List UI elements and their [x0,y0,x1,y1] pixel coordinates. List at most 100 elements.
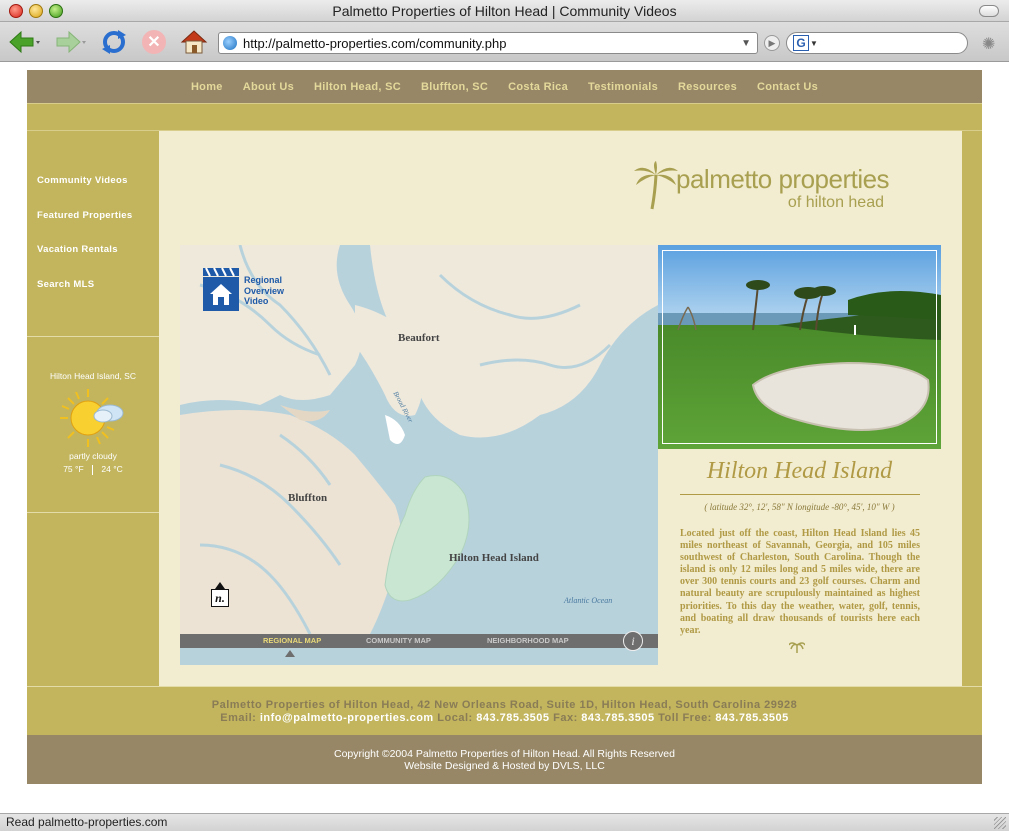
fax-number: 843.785.3505 [581,711,655,724]
palm-ornament-icon [788,641,806,656]
local-phone: 843.785.3505 [476,711,550,724]
toolbar-toggle-button[interactable] [979,5,999,17]
nav-hilton-head[interactable]: Hilton Head, SC [304,81,411,93]
island-coordinates: ( latitude 32°, 12', 58" N longitude -80… [704,502,895,512]
active-tab-indicator-icon [285,650,295,657]
sidebar-item-search-mls[interactable]: Search MLS [27,279,159,314]
weather-widget: Hilton Head Island, SC partly cloudy 75 … [27,371,159,475]
reload-icon [102,30,126,54]
sidebar-menu: Community Videos Featured Properties Vac… [27,131,159,313]
weather-temps: 75 °F 24 °C [27,464,159,475]
video-label-line: Overview [244,285,285,296]
home-icon [180,30,208,54]
forward-arrow-icon [56,30,86,54]
site-globe-icon [223,36,237,50]
loading-spinner-icon: ✺ [982,36,996,53]
nav-home[interactable]: Home [181,81,233,93]
map-label-beaufort: Beaufort [398,332,440,344]
stop-button[interactable]: ✕ [140,27,168,57]
window-titlebar: Palmetto Properties of Hilton Head | Com… [0,0,1009,22]
reload-button[interactable] [98,27,130,57]
logo-sub-text: of hilton head [787,194,884,211]
local-label: Local: [437,711,473,724]
chevron-down-icon[interactable]: ▼ [741,38,751,49]
sidebar-divider [27,512,159,513]
stop-icon: ✕ [142,30,166,54]
logo-main-text: palmetto properties [676,164,890,194]
map-tab-bar: REGIONAL MAP COMMUNITY MAP NEIGHBORHOOD … [180,634,658,648]
partly-cloudy-icon [58,387,128,449]
nav-testimonials[interactable]: Testimonials [578,81,668,93]
web-page: Home About Us Hilton Head, SC Bluffton, … [27,70,982,784]
footer-copyright: Copyright ©2004 Palmetto Properties of H… [27,735,982,784]
email-label: Email: [220,711,257,724]
address-bar[interactable]: http://palmetto-properties.com/community… [218,32,758,54]
palm-tree-icon [634,161,678,210]
info-icon[interactable]: i [623,631,643,651]
sidebar-divider [27,336,159,337]
temp-f-unit: °F [75,464,84,474]
regional-map[interactable]: Regional Overview Video Beaufort Bluffto… [180,245,658,665]
search-engine-icon[interactable]: G [793,35,809,51]
copyright-text: Copyright ©2004 Palmetto Properties of H… [334,748,675,760]
forward-button[interactable] [52,27,88,57]
temp-fahrenheit: 75 [63,464,73,474]
map-label-ocean: Atlantic Ocean [564,596,613,605]
temp-separator [92,464,94,475]
nav-costa-rica[interactable]: Costa Rica [498,81,578,93]
footer-contact: Palmetto Properties of Hilton Head, 42 N… [27,686,982,735]
main-content: palmetto properties of hilton head Regio… [159,131,962,686]
sidebar: Community Videos Featured Properties Vac… [27,131,159,686]
status-text: Read palmetto-properties.com [6,815,168,829]
url-text: http://palmetto-properties.com/community… [243,35,507,51]
resize-grip-icon[interactable] [994,817,1006,829]
main-navigation: Home About Us Hilton Head, SC Bluffton, … [27,70,982,103]
sub-banner [27,103,982,131]
island-title: Hilton Head Island [706,458,893,484]
footer-address: Palmetto Properties of Hilton Head, 42 N… [211,699,798,711]
sidebar-item-featured-properties[interactable]: Featured Properties [27,210,159,245]
footer-contact-line: Email: info@palmetto-properties.com Loca… [27,712,982,725]
nav-bluffton[interactable]: Bluffton, SC [411,81,498,93]
weather-condition: partly cloudy [69,451,117,461]
video-label-line: Video [244,296,269,306]
email-link[interactable]: info@palmetto-properties.com [260,712,434,724]
tollfree-label: Toll Free: [658,711,712,724]
home-button[interactable] [178,27,210,57]
tab-regional-map[interactable]: REGIONAL MAP [263,636,321,645]
regional-video-label: Regional Overview Video [244,275,284,307]
tollfree-number: 843.785.3505 [715,711,789,724]
sidebar-item-vacation-rentals[interactable]: Vacation Rentals [27,244,159,279]
title-rule [680,494,920,495]
regional-video-link[interactable]: Regional Overview Video [202,267,284,318]
weather-location: Hilton Head Island, SC [50,371,136,381]
north-compass: n. [211,582,229,610]
golf-course-photo [658,245,941,449]
temp-c-unit: °C [113,464,123,474]
fax-label: Fax: [553,711,578,724]
status-bar: Read palmetto-properties.com [0,813,1009,831]
back-arrow-icon [9,30,40,54]
right-border-strip [962,131,982,686]
tab-neighborhood-map[interactable]: NEIGHBORHOOD MAP [487,636,569,645]
photo-frame [662,250,937,444]
map-label-bluffton: Bluffton [288,492,328,504]
tab-community-map[interactable]: COMMUNITY MAP [366,636,431,645]
temp-celsius: 24 [101,464,111,474]
nav-contact-us[interactable]: Contact Us [747,81,828,93]
map-label-hilton-head: Hilton Head Island [449,552,539,564]
nav-resources[interactable]: Resources [668,81,747,93]
sidebar-item-community-videos[interactable]: Community Videos [27,175,159,210]
video-label-line: Regional [244,275,283,285]
island-description: Located just off the coast, Hilton Head … [680,528,920,636]
site-logo[interactable]: palmetto properties of hilton head [634,161,914,221]
chevron-down-icon: ▼ [810,38,818,48]
window-title: Palmetto Properties of Hilton Head | Com… [332,3,677,19]
back-button[interactable] [6,27,42,57]
video-house-icon [203,267,239,311]
search-field[interactable]: G ▼ [786,32,968,54]
go-button[interactable]: ▶ [764,35,780,51]
credit-text: Website Designed & Hosted by DVLS, LLC [404,760,605,772]
north-label: n. [211,589,229,607]
nav-about-us[interactable]: About Us [233,81,304,93]
